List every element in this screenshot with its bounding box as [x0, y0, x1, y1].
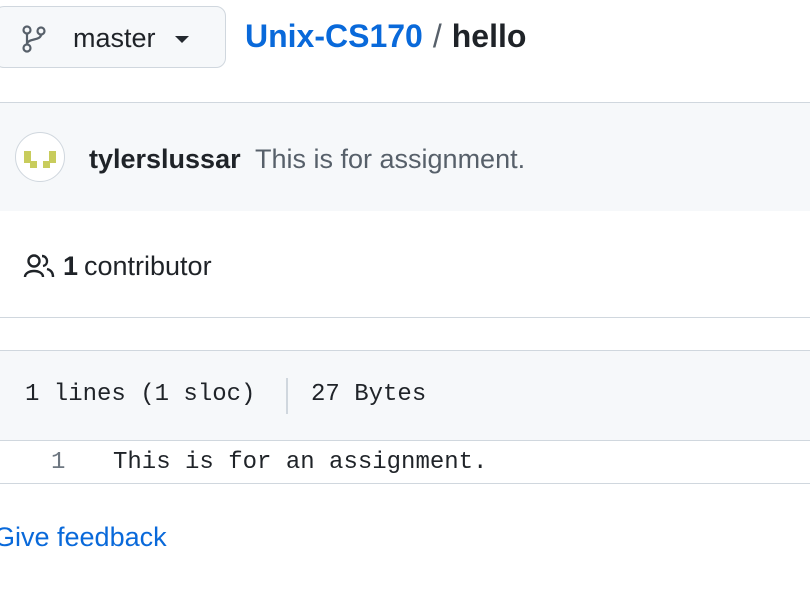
branch-name: master [73, 23, 156, 53]
file-name: hello [451, 18, 527, 54]
commit-author[interactable]: tylerslussar [89, 144, 241, 175]
contributor-count[interactable]: 1 [63, 251, 78, 282]
chevron-down-icon [175, 36, 189, 43]
repo-link[interactable]: Unix-CS170 [245, 18, 423, 55]
contributor-label[interactable]: contributor [84, 251, 212, 282]
breadcrumb: Unix-CS170 / hello [245, 18, 526, 55]
file-info-header: 1 lines (1 sloc) 27 Bytes [0, 351, 810, 441]
give-feedback-link[interactable]: Give feedback [0, 522, 167, 553]
git-branch-icon [22, 25, 46, 53]
code-line: This is for an assignment. [113, 449, 488, 476]
avatar[interactable] [15, 132, 65, 182]
file-viewer: 1 lines (1 sloc) 27 Bytes 1 This is for … [0, 350, 810, 484]
people-icon [23, 254, 55, 278]
latest-commit-bar: tylerslussar This is for assignment. [0, 102, 810, 212]
file-lines-info: 1 lines (1 sloc) [25, 381, 256, 408]
divider [286, 378, 288, 414]
commit-message[interactable]: This is for assignment. [255, 144, 525, 175]
breadcrumb-separator: / [432, 18, 442, 54]
file-size: 27 Bytes [311, 381, 427, 408]
line-number[interactable]: 1 [51, 449, 65, 476]
branch-select-button[interactable]: master [0, 6, 226, 68]
contributors-bar: 1 contributor [0, 211, 810, 318]
